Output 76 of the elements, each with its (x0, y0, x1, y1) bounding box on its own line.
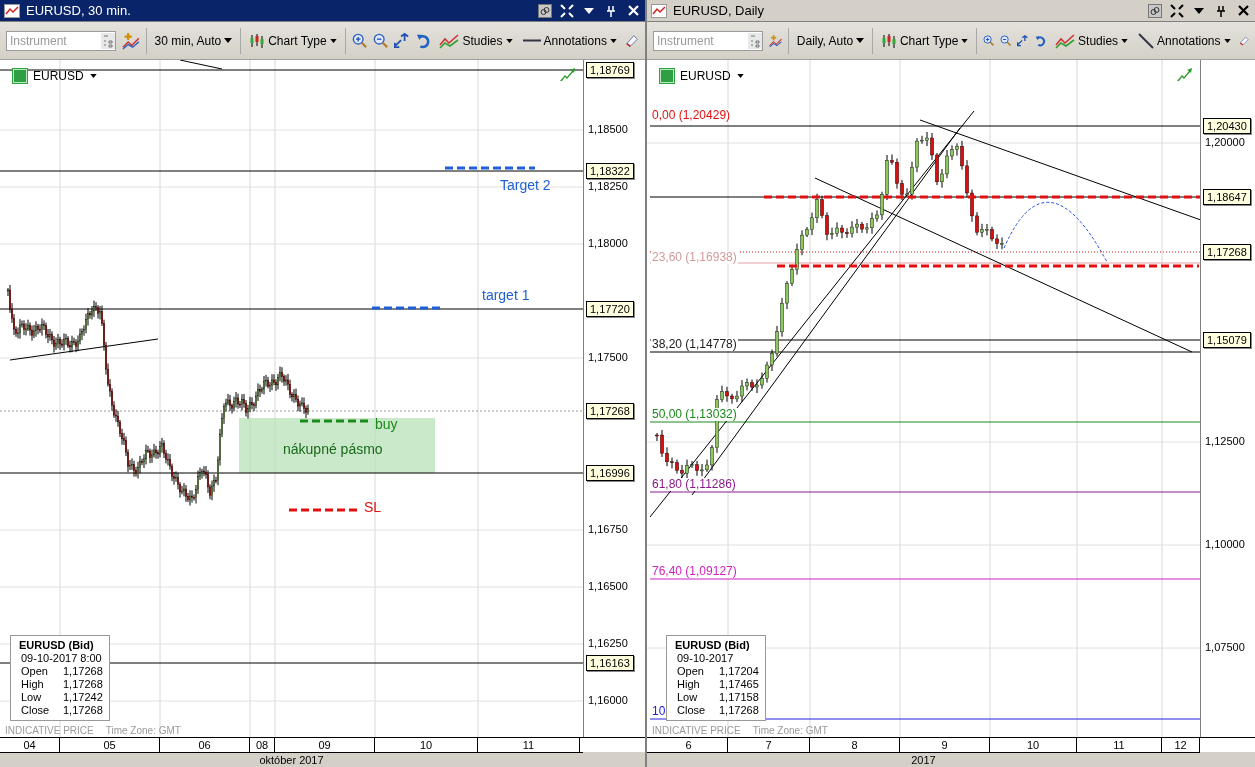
price-tag: 1,17268 (586, 403, 634, 419)
annotations-dropdown[interactable]: Annotations (1136, 32, 1233, 49)
studies-dropdown[interactable]: Studies (1053, 32, 1131, 49)
info-title: EURUSD (Bid) (675, 639, 751, 652)
period-dropdown[interactable]: 30 min, Auto (152, 33, 235, 48)
axis-tick-label: 1,20000 (1205, 136, 1245, 148)
chart-label: 0,00 (1,20429) (651, 109, 732, 122)
chart-label: nákupné pásmo (283, 441, 383, 457)
instrument-field[interactable]: Instrument (6, 30, 116, 51)
period-dropdown[interactable]: Daily, Auto (794, 33, 867, 48)
field-value: 1,17465 (719, 678, 760, 691)
chart-label: 61,80 (1,11286) (651, 478, 737, 491)
studies-dropdown[interactable]: Studies (437, 32, 515, 49)
price-tag: 1,17720 (586, 301, 634, 317)
axis-tick-label: 1,16000 (588, 694, 628, 706)
chart-label: 76,40 (1,09127) (651, 565, 738, 578)
price-tag: 1,20430 (1203, 118, 1251, 134)
info-title: EURUSD (Bid) (19, 639, 95, 652)
time-zone-label: Time Zone: GMT (105, 725, 181, 736)
axis-tick-label: 1,16500 (588, 580, 628, 592)
chart-label: buy (375, 416, 398, 432)
field-name: Open (21, 665, 49, 678)
field-name: Low (677, 691, 699, 704)
price-tag: 1,18322 (586, 163, 634, 179)
period-label: 2017 (911, 753, 936, 767)
chart-label: target 1 (482, 287, 530, 303)
info-date: 09-10-2017 8:00 (20, 652, 103, 665)
axis-tick-label: 1,18000 (588, 237, 628, 249)
instrument-field[interactable]: Instrument (653, 30, 763, 51)
axis-tick-label: 1,16250 (588, 637, 628, 649)
chart-type-dropdown[interactable]: Chart Type (878, 32, 971, 49)
symbol-dropdown[interactable]: EURUSD (33, 69, 97, 83)
price-type-label: INDICATIVE PRICE (652, 725, 741, 736)
field-value: 1,17242 (63, 691, 104, 704)
chart-label: 38,20 (1,14778) (651, 338, 738, 351)
field-name: High (677, 678, 701, 691)
axis-tick-label: 1,07500 (1205, 641, 1245, 653)
chart-label: SL (364, 499, 382, 515)
price-type-label: INDICATIVE PRICE (5, 725, 94, 736)
window-title: EURUSD, Daily (673, 3, 765, 18)
axis-tick-label: 1,12500 (1205, 435, 1245, 447)
time-zone-label: Time Zone: GMT (752, 725, 828, 736)
axis-tick-label: 1,17500 (588, 351, 628, 363)
chart-label: 10 (651, 705, 667, 718)
price-tag: 1,18769 (586, 62, 634, 78)
instrument-input[interactable]: Instrument (654, 33, 748, 48)
price-tag: 1,17268 (1203, 244, 1251, 260)
field-value: 1,17158 (719, 691, 760, 704)
field-name: High (21, 678, 45, 691)
period-label: október 2017 (259, 753, 324, 767)
field-name: Close (21, 704, 51, 717)
window-title: EURUSD, 30 min. (26, 3, 132, 18)
instrument-input[interactable]: Instrument (7, 33, 101, 48)
chart-label: Target 2 (500, 177, 551, 193)
field-name: Open (677, 665, 705, 678)
field-name: Close (677, 704, 707, 717)
chart-type-dropdown[interactable]: Chart Type (247, 32, 339, 49)
field-name: Low (21, 691, 43, 704)
axis-tick-label: 1,16750 (588, 523, 628, 535)
field-value: 1,17204 (719, 665, 760, 678)
field-value: 1,17268 (63, 665, 104, 678)
chart-label: 23,60 (1,16938) (651, 251, 738, 264)
axis-tick-label: 1,10000 (1205, 538, 1245, 550)
field-value: 1,17268 (63, 678, 104, 691)
price-tag: 1,16163 (586, 655, 634, 671)
field-value: 1,17268 (719, 704, 760, 717)
price-tag: 1,18647 (1203, 189, 1251, 205)
info-date: 09-10-2017 (676, 652, 735, 665)
symbol-dropdown[interactable]: EURUSD (680, 69, 744, 83)
price-tag: 1,15079 (1203, 332, 1251, 348)
axis-tick-label: 1,18250 (588, 180, 628, 192)
axis-tick-label: 1,18500 (588, 123, 628, 135)
price-tag: 1,16996 (586, 465, 634, 481)
annotations-dropdown[interactable]: Annotations (520, 33, 619, 48)
field-value: 1,17268 (63, 704, 104, 717)
chart-label: 50,00 (1,13032) (651, 408, 738, 421)
